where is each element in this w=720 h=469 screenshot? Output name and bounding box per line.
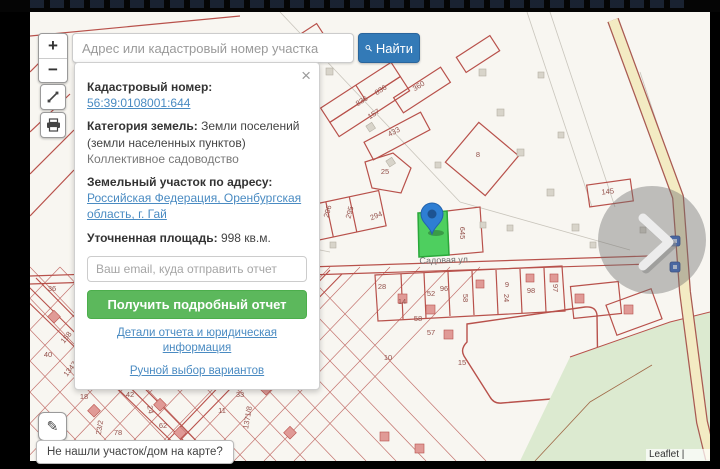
address-link[interactable]: Российская Федерация, Оренбургская облас… [87,191,301,221]
land-category-extra: Коллективное садоводство [87,151,307,167]
address-row: Земельный участок по адресу: Российская … [87,174,307,223]
parcel-label: 9 [505,280,509,289]
street-label: Садовая ул. [419,254,470,266]
parcel-label: 360 [411,79,426,93]
parcel-label: 24 [145,405,155,415]
parcel-label: 24 [502,294,511,302]
search-input[interactable] [72,33,354,63]
close-icon[interactable]: × [301,67,311,84]
parcel-info-panel: × Кадастровый номер: 56:39:0108001:644 К… [74,62,320,390]
print-button[interactable] [40,112,66,138]
parcel-label: 1371/8 [241,405,254,429]
pencil-icon: ✎ [47,418,59,435]
app-window: 8368361573604332581452962952946452814529… [0,0,720,469]
parcel-label: 78 [114,428,122,437]
parcel-label: 296 [322,204,334,218]
parcel-label: 96 [440,284,448,293]
parcel-label: 97 [551,284,560,292]
cadastral-number-link[interactable]: 56:39:0108001:644 [87,96,190,110]
parcel-label: 42 [126,390,134,399]
clipped-header-strip [0,0,720,12]
address-label: Земельный участок по адресу: [87,175,272,189]
zoom-control: + − [38,33,68,83]
parcel-label: 14 [398,297,406,306]
parcel-label: 836 [354,94,369,108]
printer-icon [46,118,61,132]
parcel-label: 836 [373,83,388,97]
report-details-link[interactable]: Детали отчета и юридическая информация [87,326,307,357]
area-value: 998 кв.м. [221,231,271,245]
leaflet-attribution[interactable]: Leaflet | [646,449,710,461]
expand-arrow-icon [46,90,60,104]
search-button-label: Найти [376,41,413,56]
zoom-in-button[interactable]: + [39,34,67,59]
building-footprints [285,42,646,248]
parcel-label: 11 [218,406,226,415]
search-button[interactable]: Найти [358,33,420,63]
area-label: Уточненная площадь: [87,231,218,245]
search-icon [365,42,372,54]
parcel-label: 58 [461,294,470,302]
parcel-label: 98 [527,286,535,295]
manual-select-link[interactable]: Ручной выбор вариантов [87,364,307,380]
email-field[interactable] [87,256,307,282]
parcel-label: 62 [159,421,167,430]
area-row: Уточненная площадь: 998 кв.м. [87,230,307,246]
parcel-label: 40 [44,350,52,359]
parcel-label: 58 [414,314,422,323]
parcel-label: 36 [48,284,56,293]
parcel-label: 18 [80,392,88,401]
parcel-label: 52 [427,289,435,298]
parcel-label: 145 [601,186,614,196]
parcel-label: 10 [384,353,392,362]
not-found-button[interactable]: Не нашли участок/дом на карте? [36,440,234,464]
cadastral-number-row: Кадастровый номер: 56:39:0108001:644 [87,79,307,111]
parcel-label: 28 [378,282,386,291]
parcel-label: 23/2 [94,420,105,436]
not-found-label: Не нашли участок/дом на карте? [47,446,223,458]
clipped-header-text [30,0,690,8]
parcel-label: 57 [427,328,435,337]
land-category-label: Категория земель: [87,119,198,133]
parcel-label: 294 [369,209,384,222]
get-report-button[interactable]: Получить подробный отчет [87,290,307,319]
land-category-row: Категория земель: Земли поселений (земли… [87,118,307,167]
parcel-label: 15 [458,358,466,367]
parcel-label: 33 [236,390,244,399]
parcel-label: 157 [366,107,381,121]
fullscreen-button[interactable] [40,84,66,110]
draw-button[interactable]: ✎ [38,412,67,441]
next-arrow-overlay[interactable] [598,186,706,294]
search-bar: Найти [72,33,420,63]
parcel-label: 8 [476,150,480,159]
parcel-label: 158 [59,330,74,345]
parcel-label: 645 [458,227,467,240]
parcel-label: 25 [381,167,389,176]
cadastral-number-label: Кадастровый номер: [87,80,212,94]
zoom-out-button[interactable]: − [39,59,67,83]
